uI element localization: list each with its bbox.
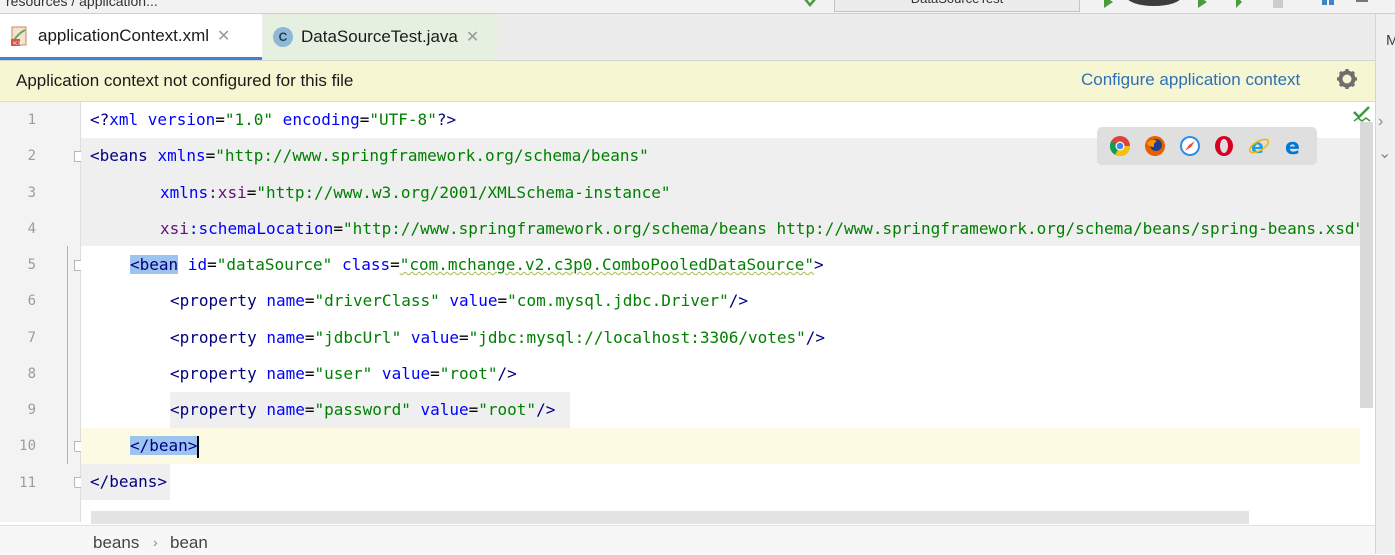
selected-bean-close-tag: </bean> bbox=[130, 436, 198, 455]
line-number: 11 bbox=[19, 475, 36, 491]
text-caret bbox=[197, 435, 200, 458]
code-line-3: xmlns:xsi="http://www.w3.org/2001/XMLSch… bbox=[160, 183, 671, 202]
code-line-7: <property name="jdbcUrl" value="jdbc:mys… bbox=[170, 328, 826, 347]
breadcrumb-separator: › bbox=[153, 534, 158, 550]
breadcrumb-item-bean[interactable]: bean bbox=[170, 533, 208, 553]
vertical-scrollbar[interactable] bbox=[1360, 122, 1373, 408]
svg-text:e: e bbox=[1285, 135, 1300, 157]
search-everywhere-icon[interactable] bbox=[1356, 0, 1368, 8]
top-toolbar: resources / application... DataSourceTes… bbox=[0, 0, 1395, 14]
open-in-browser-popup: e e bbox=[1097, 127, 1317, 165]
inspection-ok-icon[interactable] bbox=[1352, 104, 1372, 124]
editor-gutter[interactable] bbox=[0, 102, 80, 522]
matched-tag-indicator bbox=[67, 246, 68, 464]
chevron-right-icon[interactable]: › bbox=[1378, 113, 1383, 131]
breadcrumb: beans › bean bbox=[0, 525, 1375, 555]
context-notification-banner: Application context not configured for t… bbox=[0, 61, 1375, 102]
current-line-highlight bbox=[81, 428, 1360, 464]
navigation-breadcrumb[interactable]: resources / application... bbox=[6, 0, 158, 9]
firefox-icon[interactable] bbox=[1144, 135, 1166, 157]
code-line-2: <beans xmlns="http://www.springframework… bbox=[90, 146, 649, 165]
code-line-11: </beans> bbox=[90, 472, 168, 491]
tab-label: applicationContext.xml bbox=[38, 25, 210, 45]
line-number: 8 bbox=[27, 366, 36, 382]
tab-applicationcontext-xml[interactable]: <> applicationContext.xml ✕ bbox=[0, 14, 262, 60]
run-icon[interactable] bbox=[1102, 0, 1114, 8]
line-number: 2 bbox=[27, 148, 36, 164]
line-number: 9 bbox=[27, 402, 36, 418]
tab-datasourcetest-java[interactable]: C DataSourceTest.java ✕ bbox=[263, 14, 497, 60]
line-number: 3 bbox=[27, 185, 36, 201]
code-line-4: xsi:schemaLocation="http://www.springfra… bbox=[160, 219, 1360, 238]
selected-bean-tag: <bean bbox=[130, 255, 179, 274]
build-icon[interactable] bbox=[804, 0, 816, 8]
line-number: 6 bbox=[27, 293, 36, 309]
profile-icon[interactable] bbox=[1234, 0, 1246, 8]
editor-tab-bar: <> applicationContext.xml ✕ C DataSource… bbox=[0, 14, 1375, 61]
line-number: 4 bbox=[27, 221, 36, 237]
spring-xml-file-icon: <> bbox=[11, 26, 27, 47]
breadcrumb-item-beans[interactable]: beans bbox=[93, 533, 139, 553]
edge-icon[interactable]: e bbox=[1283, 135, 1305, 157]
chevron-down-icon[interactable]: ⌄ bbox=[1378, 143, 1391, 163]
gear-icon[interactable] bbox=[1336, 68, 1358, 90]
project-structure-icon[interactable] bbox=[1322, 0, 1334, 8]
opera-icon[interactable] bbox=[1213, 135, 1235, 157]
notification-message: Application context not configured for t… bbox=[16, 71, 354, 90]
safari-icon[interactable] bbox=[1179, 135, 1201, 157]
line-number: 10 bbox=[19, 438, 36, 454]
horizontal-scrollbar[interactable] bbox=[91, 511, 1249, 524]
close-tab-icon[interactable]: ✕ bbox=[217, 26, 230, 46]
java-class-icon: C bbox=[273, 27, 293, 47]
line-number: 7 bbox=[27, 330, 36, 346]
coverage-icon[interactable] bbox=[1196, 0, 1208, 8]
right-tool-strip: M bbox=[1375, 14, 1395, 554]
code-editor[interactable]: <?xml version="1.0" encoding="UTF-8"?> <… bbox=[81, 102, 1360, 522]
stop-icon[interactable] bbox=[1272, 0, 1284, 8]
code-line-9: <property name="password" value="root"/> bbox=[170, 400, 556, 419]
debug-icon[interactable] bbox=[1124, 0, 1184, 8]
code-line-5: <bean id="dataSource" class="com.mchange… bbox=[130, 255, 824, 274]
code-line-10: </bean> bbox=[130, 428, 200, 464]
code-line-1: <?xml version="1.0" encoding="UTF-8"?> bbox=[90, 110, 457, 129]
tab-label: DataSourceTest.java bbox=[301, 27, 458, 46]
code-line-6: <property name="driverClass" value="com.… bbox=[170, 291, 748, 310]
line-number: 1 bbox=[27, 112, 36, 128]
run-configuration-select[interactable]: DataSourceTest bbox=[834, 0, 1080, 12]
ie-icon[interactable]: e bbox=[1248, 135, 1270, 157]
code-line-8: <property name="user" value="root"/> bbox=[170, 364, 517, 383]
svg-text:<>: <> bbox=[13, 40, 23, 47]
line-number: 5 bbox=[27, 257, 36, 273]
configure-context-link[interactable]: Configure application context bbox=[1081, 70, 1300, 90]
chrome-icon[interactable] bbox=[1109, 135, 1131, 157]
maven-tool-button[interactable]: M bbox=[1386, 32, 1395, 49]
close-tab-icon[interactable]: ✕ bbox=[466, 27, 479, 47]
